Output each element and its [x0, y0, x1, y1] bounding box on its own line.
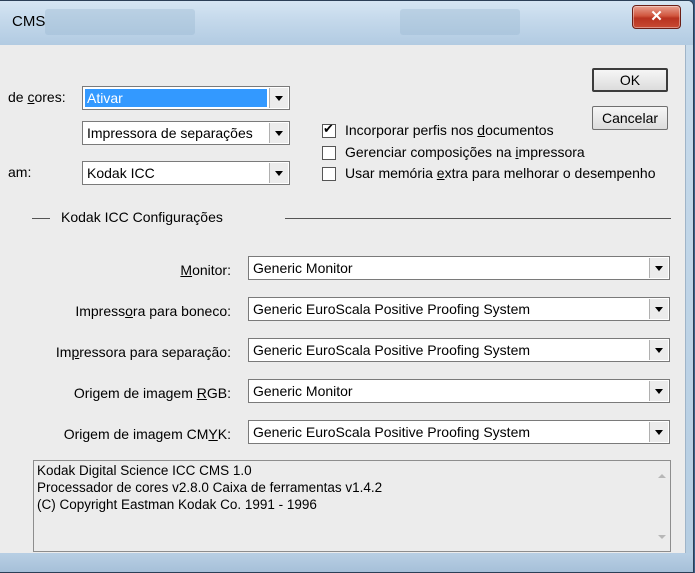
rgb-source-value: Generic Monitor — [253, 383, 353, 399]
info-line: (C) Copyright Eastman Kodak Co. 1991 - 1… — [37, 497, 317, 512]
engine-select[interactable]: Kodak ICC — [82, 161, 290, 185]
printer-type-value: Impressora de separações — [87, 125, 253, 141]
group-divider — [285, 218, 671, 219]
manage-composites-checkbox[interactable] — [322, 146, 336, 160]
info-textbox[interactable]: Kodak Digital Science ICC CMS 1.0 Proces… — [33, 460, 671, 552]
ok-button[interactable]: OK — [592, 68, 668, 92]
engine-label: am: — [8, 164, 32, 180]
printer-type-select[interactable]: Impressora de separações — [82, 121, 290, 145]
scroll-down-icon[interactable] — [658, 535, 666, 539]
cancel-button[interactable]: Cancelar — [592, 106, 668, 130]
extra-memory-label[interactable]: Usar memória extra para melhorar o desem… — [345, 165, 656, 181]
monitor-select[interactable]: Generic Monitor — [248, 256, 670, 280]
chevron-down-icon[interactable] — [269, 123, 288, 143]
dialog-client-area: de cores: Ativar Impressora de separaçõe… — [0, 45, 686, 553]
chevron-down-icon[interactable] — [649, 258, 668, 278]
separation-printer-value: Generic EuroScala Positive Proofing Syst… — [253, 342, 531, 358]
chevron-down-icon[interactable] — [269, 163, 288, 183]
close-button[interactable]: ✕ — [632, 5, 681, 29]
cms-dialog-window: CMS ✕ de cores: Ativar Impressora de sep… — [0, 0, 694, 573]
chevron-down-icon[interactable] — [269, 88, 288, 108]
chevron-down-icon[interactable] — [649, 340, 668, 360]
title-bar[interactable]: CMS ✕ — [0, 1, 693, 45]
chevron-down-icon[interactable] — [649, 381, 668, 401]
group-title: Kodak ICC Configurações — [61, 209, 223, 225]
cmyk-source-value: Generic EuroScala Positive Proofing Syst… — [253, 424, 531, 440]
cmyk-source-select[interactable]: Generic EuroScala Positive Proofing Syst… — [248, 420, 670, 444]
close-icon: ✕ — [650, 8, 663, 25]
manage-composites-label[interactable]: Gerenciar composições na impressora — [345, 144, 585, 160]
extra-memory-checkbox[interactable] — [322, 167, 336, 181]
window-title: CMS — [12, 13, 46, 30]
window-bottom-frame — [0, 553, 693, 572]
info-line: Processador de cores v2.8.0 Caixa de fer… — [37, 480, 383, 495]
engine-value: Kodak ICC — [87, 165, 155, 181]
info-line: Kodak Digital Science ICC CMS 1.0 — [37, 463, 252, 478]
chevron-down-icon[interactable] — [649, 299, 668, 319]
info-scrollbar[interactable] — [653, 461, 670, 551]
separation-printer-label: Impressora para separação: — [55, 344, 231, 360]
color-management-value: Ativar — [87, 90, 123, 106]
embed-profiles-checkbox[interactable] — [322, 121, 336, 138]
group-divider — [32, 218, 50, 219]
chevron-down-icon[interactable] — [649, 422, 668, 442]
color-management-label: de cores: — [8, 89, 66, 105]
color-management-select[interactable]: Ativar — [82, 86, 290, 110]
rgb-source-label: Origem de imagem RGB: — [73, 385, 231, 401]
monitor-value: Generic Monitor — [253, 260, 353, 276]
separation-printer-select[interactable]: Generic EuroScala Positive Proofing Syst… — [248, 338, 670, 362]
proof-printer-select[interactable]: Generic EuroScala Positive Proofing Syst… — [248, 297, 670, 321]
cmyk-source-label: Origem de imagem CMYK: — [63, 426, 231, 442]
embed-profiles-label[interactable]: Incorporar perfis nos documentos — [345, 122, 554, 138]
rgb-source-select[interactable]: Generic Monitor — [248, 379, 670, 403]
proof-printer-value: Generic EuroScala Positive Proofing Syst… — [253, 301, 531, 317]
monitor-label: Monitor: — [180, 262, 231, 278]
background-blur — [45, 9, 195, 35]
proof-printer-label: Impressora para boneco: — [75, 303, 231, 319]
background-blur — [400, 9, 520, 35]
scroll-up-icon[interactable] — [658, 474, 666, 478]
